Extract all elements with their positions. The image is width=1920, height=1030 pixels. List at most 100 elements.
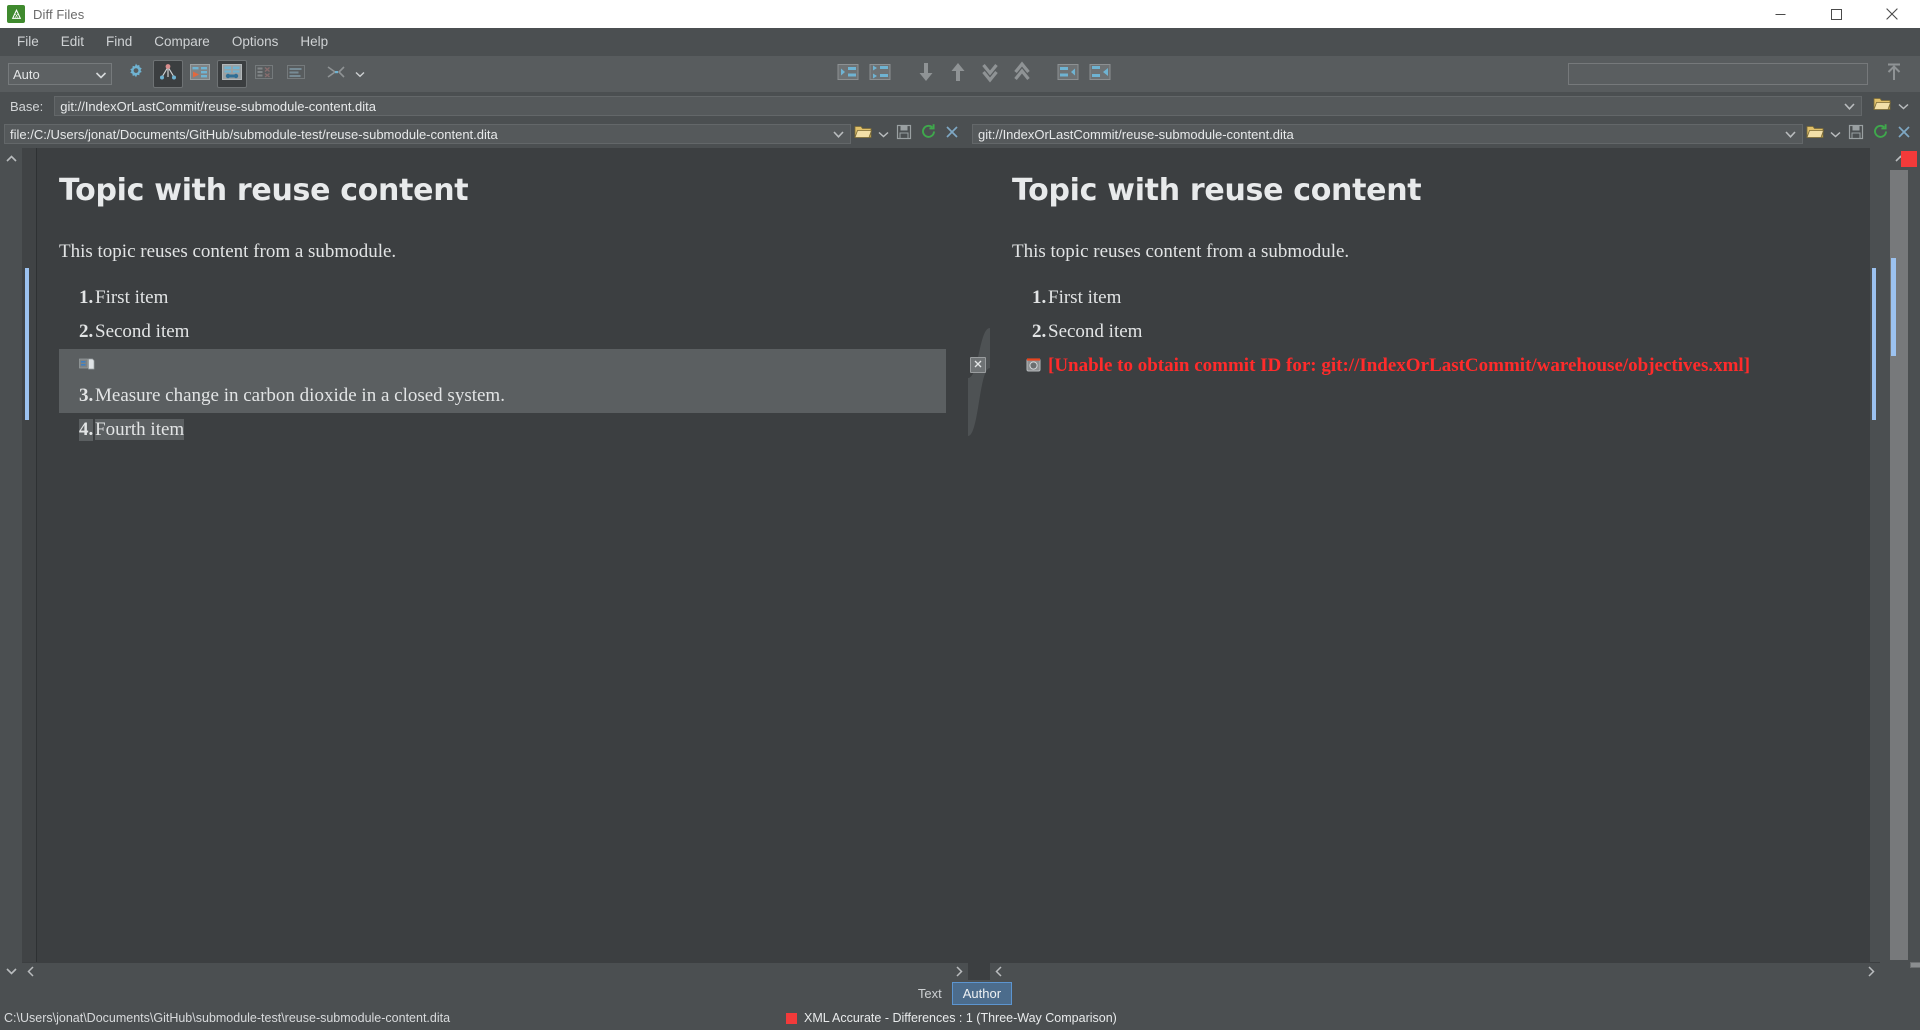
copy-change-to-left-button[interactable] [833, 60, 863, 88]
right-editor-column: Topic with reuse content This topic reus… [990, 148, 1880, 980]
close-button[interactable] [1864, 0, 1920, 28]
status-diff-summary: XML Accurate - Differences : 1 (Three-Wa… [786, 1011, 1117, 1025]
broken-reference-error-row[interactable]: [Unable to obtain commit ID for: git://I… [1012, 349, 1848, 383]
scroll-down-arrow-icon[interactable] [1, 962, 21, 980]
scroll-left-arrow-icon[interactable] [22, 963, 40, 981]
list-item[interactable]: 1. First item [59, 281, 946, 315]
right-document-view[interactable]: Topic with reuse content This topic reus… [990, 148, 1870, 962]
left-close-pane-button[interactable] [941, 123, 963, 145]
merge-mode-button[interactable] [321, 60, 351, 88]
chevron-down-icon [878, 125, 889, 143]
chevron-down-icon[interactable] [832, 127, 845, 142]
left-open-folder-button[interactable] [852, 123, 874, 145]
inserted-reuse-row[interactable] [59, 349, 946, 379]
main-toolbar: Auto [0, 56, 1920, 92]
ignore-nodes-icon [254, 62, 274, 87]
scroll-right-arrow-icon[interactable] [950, 963, 968, 981]
scroll-up-arrow-icon[interactable] [1, 150, 21, 168]
scroll-right-arrow-icon[interactable] [1862, 963, 1880, 981]
base-open-folder-button[interactable] [1871, 95, 1893, 117]
format-and-indent-button[interactable] [281, 60, 311, 88]
right-folder-history-button[interactable] [1828, 123, 1843, 145]
right-save-button[interactable] [1845, 123, 1867, 145]
chevron-down-icon[interactable] [1784, 127, 1797, 142]
right-pane-path-field[interactable]: git://IndexOrLastCommit/reuse-submodule-… [972, 124, 1803, 144]
left-doc-list: 1. First item 2. Second item [59, 281, 946, 349]
previous-difference-button[interactable] [943, 60, 973, 88]
chevron-down-icon[interactable] [1843, 99, 1856, 114]
menu-find[interactable]: Find [95, 30, 143, 53]
menu-help[interactable]: Help [289, 30, 339, 53]
perform-files-differencing-icon [189, 62, 211, 87]
left-save-button[interactable] [893, 123, 915, 145]
copy-all-changes-to-right-button[interactable] [1085, 60, 1115, 88]
list-item-text: First item [1048, 287, 1122, 308]
copy-all-changes-to-left-icon [869, 63, 891, 86]
list-item[interactable]: 4. Fourth item [59, 413, 946, 447]
right-pane-path-value: git://IndexOrLastCommit/reuse-submodule-… [978, 126, 1294, 142]
status-bar: C:\Users\jonat\Documents\GitHub\submodul… [0, 1006, 1920, 1030]
diff-options-gear-button[interactable] [121, 60, 151, 88]
right-close-pane-button[interactable] [1893, 123, 1915, 145]
goto-top-button[interactable] [1879, 60, 1909, 88]
left-vertical-scrollbar[interactable] [0, 148, 22, 980]
menu-edit[interactable]: Edit [50, 30, 95, 53]
show-modified-blocks-button[interactable] [217, 60, 247, 88]
merge-mode-dropdown-button[interactable] [353, 60, 367, 88]
list-item-number: 2. [79, 321, 94, 342]
format-and-indent-icon [286, 62, 306, 87]
left-horizontal-scrollbar[interactable] [22, 962, 968, 980]
right-open-folder-button[interactable] [1804, 123, 1826, 145]
scroll-track[interactable] [40, 964, 950, 979]
last-difference-button[interactable] [975, 60, 1005, 88]
chevron-down-icon [355, 65, 365, 83]
search-input[interactable] [1568, 63, 1868, 85]
diff-connector-strip [968, 148, 990, 980]
diff-algorithm-button[interactable] [153, 60, 183, 88]
close-difference-button[interactable] [970, 357, 986, 373]
list-item[interactable]: 2. Second item [1012, 315, 1848, 349]
overview-ruler[interactable] [1880, 148, 1920, 980]
base-folder-history-button[interactable] [1895, 95, 1911, 117]
menu-compare[interactable]: Compare [143, 30, 221, 53]
status-diff-text: XML Accurate - Differences : 1 (Three-Wa… [804, 1011, 1117, 1025]
overview-scroll-thumb[interactable] [1910, 962, 1920, 968]
scroll-left-arrow-icon[interactable] [990, 963, 1008, 981]
base-row-buttons [1862, 95, 1920, 117]
left-pane-path-field[interactable]: file:/C:/Users/jonat/Documents/GitHub/su… [4, 124, 851, 144]
maximize-button[interactable] [1808, 0, 1864, 28]
minimize-button[interactable] [1752, 0, 1808, 28]
menu-options[interactable]: Options [221, 30, 290, 53]
first-difference-button[interactable] [1007, 60, 1037, 88]
right-reload-button[interactable] [1869, 123, 1891, 145]
menu-file[interactable]: File [6, 30, 50, 53]
tab-text[interactable]: Text [908, 983, 952, 1004]
tab-author[interactable]: Author [951, 981, 1013, 1005]
overview-change-thumb[interactable] [1891, 258, 1896, 356]
copy-all-changes-to-left-button[interactable] [865, 60, 895, 88]
copy-change-to-left-icon [837, 63, 859, 86]
list-item-number: 4. [79, 419, 94, 441]
difference-marker[interactable] [1901, 151, 1917, 167]
perform-differencing-button[interactable] [185, 60, 215, 88]
scroll-track[interactable] [4, 168, 18, 962]
open-folder-icon [1873, 96, 1892, 116]
right-horizontal-scrollbar[interactable] [990, 962, 1880, 980]
diff-algorithm-combo[interactable]: Auto [8, 63, 112, 85]
next-difference-button[interactable] [911, 60, 941, 88]
diff-algorithm-icon [158, 62, 178, 87]
list-item[interactable]: 3. Measure change in carbon dioxide in a… [59, 379, 946, 413]
close-icon [945, 125, 959, 144]
list-item[interactable]: 2. Second item [59, 315, 946, 349]
left-reload-button[interactable] [917, 123, 939, 145]
right-editor-body: Topic with reuse content This topic reus… [990, 148, 1880, 962]
left-document-view[interactable]: Topic with reuse content This topic reus… [36, 148, 968, 962]
left-folder-history-button[interactable] [876, 123, 891, 145]
left-editor-column: Topic with reuse content This topic reus… [22, 148, 968, 980]
list-item[interactable]: 1. First item [1012, 281, 1848, 315]
scroll-track[interactable] [1008, 964, 1862, 979]
ignore-nodes-button[interactable] [249, 60, 279, 88]
list-item-text: First item [95, 287, 169, 308]
base-path-field[interactable]: git://IndexOrLastCommit/reuse-submodule-… [54, 96, 1862, 116]
copy-change-to-right-button[interactable] [1053, 60, 1083, 88]
